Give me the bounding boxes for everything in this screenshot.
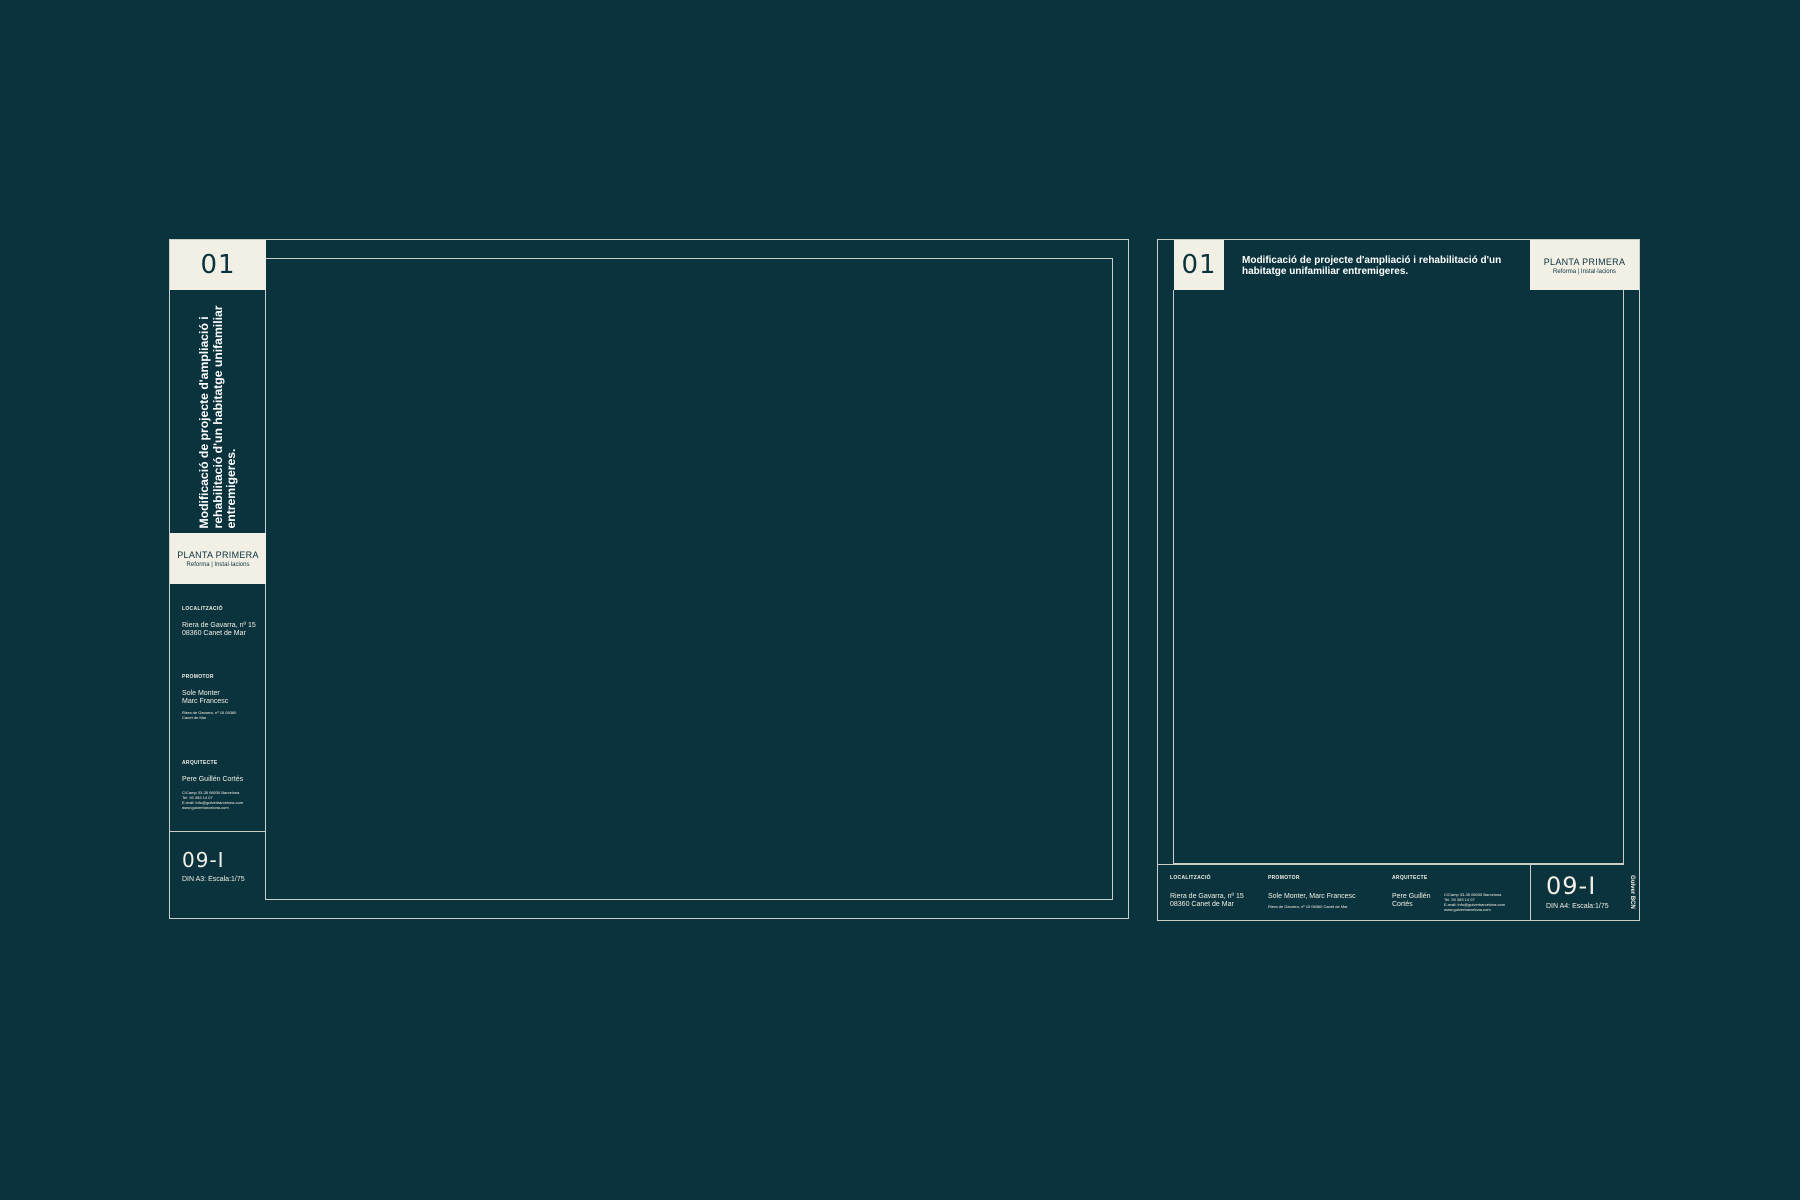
a4-scale-block: 09-I DIN A4: Escala:1/75: [1530, 864, 1624, 921]
a3-location-value: Riera de Gavarra, nº 15 08360 Canet de M…: [182, 622, 256, 637]
a3-promoter-value: Sole Monter Marc Francesc: [182, 690, 229, 705]
a4-architect-contact-box: C/Camp 33-35 08030 Barcelona Tel. 93 383…: [1444, 892, 1505, 912]
a4-plan-box: PLANTA PRIMERA Reforma | Instal·lacions: [1530, 240, 1639, 290]
a4-promoter-value: Sole Monter, Marc Francesc: [1268, 893, 1356, 900]
a4-promoter-label: PROMOTOR: [1268, 875, 1300, 881]
a3-drawing-code: 09-I: [182, 848, 225, 872]
a3-architect-label: ARQUITECTE: [182, 760, 218, 766]
a4-plan-sub: Reforma | Instal·lacions: [1553, 269, 1616, 275]
a4-architect: ARQUITECTE Pere Guillén Cortés: [1392, 875, 1431, 909]
a4-brand-text: Guiver BCN: [1629, 875, 1635, 909]
a3-location-label: LOCALITZACIÓ: [182, 606, 223, 612]
a4-location-label: LOCALITZACIÓ: [1170, 875, 1211, 881]
a3-plan-name: PLANTA PRIMERA: [177, 550, 259, 560]
a4-promoter: PROMOTOR Sole Monter, Marc Francesc Rier…: [1268, 875, 1356, 909]
a4-promoter-address: Riera de Gavarra, nº 15 08360 Canet de M…: [1268, 904, 1348, 909]
a3-architect-contact: C/Camp 33-35 08030 Barcelona Tel. 93 383…: [182, 790, 244, 810]
a4-project-title: Modificació de projecte d'ampliació i re…: [1242, 255, 1502, 277]
a4-architect-value: Pere Guillén Cortés: [1392, 893, 1431, 908]
a3-plan-sub: Reforma | Instal·lacions: [186, 562, 250, 568]
a4-plan-name: PLANTA PRIMERA: [1543, 257, 1626, 267]
a4-architect-label: ARQUITECTE: [1392, 875, 1428, 881]
a4-location: LOCALITZACIÓ Riera de Gavarra, nº 15 083…: [1170, 875, 1244, 909]
a3-scale-text: DIN A3: Escala:1/75: [182, 876, 245, 883]
a3-promoter-address: Riera de Gavarra, nº 15 08360 Canet de M…: [182, 710, 237, 720]
a4-brand-strip: Guiver BCN: [1624, 864, 1640, 921]
a3-architect-value: Pere Guillén Cortés: [182, 776, 244, 783]
a3-promoter-label: PROMOTOR: [182, 674, 214, 680]
a4-architect-contact: C/Camp 33-35 08030 Barcelona Tel. 93 383…: [1444, 892, 1506, 912]
a3-plan-box: PLANTA PRIMERA Reforma | Instal·lacions: [170, 533, 266, 584]
a4-location-value: Riera de Gavarra, nº 15 08360 Canet de M…: [1170, 893, 1244, 908]
a3-sheet-number: 01: [170, 240, 266, 290]
a4-scale-text: DIN A4: Escala:1/75: [1546, 903, 1609, 910]
a3-project-title: Modificació de projecte d'ampliació i re…: [196, 305, 238, 529]
a3-promoter: PROMOTOR Sole Monter Marc Francesc Riera…: [182, 674, 236, 720]
a3-architect: ARQUITECTE Pere Guillén Cortés C/Camp 33…: [182, 760, 243, 810]
a3-title-box: Modificació de projecte d'ampliació i re…: [170, 290, 266, 533]
a3-info-block: LOCALITZACIÓ Riera de Gavarra, nº 15 083…: [170, 584, 266, 832]
a3-scale-block: 09-I DIN A3: Escala:1/75: [170, 832, 266, 900]
a3-location: LOCALITZACIÓ Riera de Gavarra, nº 15 083…: [182, 606, 256, 638]
a4-drawing-code: 09-I: [1546, 872, 1597, 900]
a3-drawing-area: [265, 258, 1113, 900]
a4-sheet-number: 01: [1174, 240, 1224, 290]
a4-drawing-area: [1173, 290, 1624, 864]
